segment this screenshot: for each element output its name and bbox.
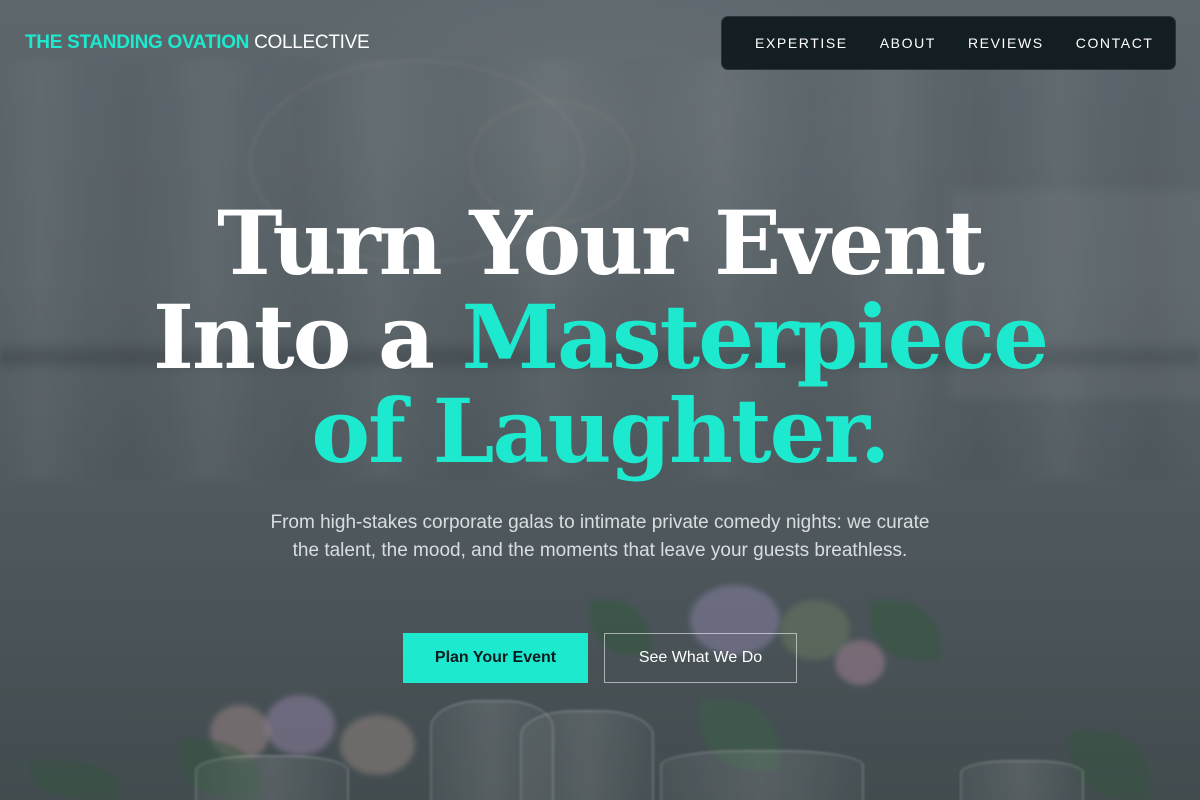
plan-event-button[interactable]: Plan Your Event: [403, 633, 588, 683]
nav-item-reviews[interactable]: REVIEWS: [968, 33, 1044, 53]
nav-item-expertise[interactable]: EXPERTISE: [755, 33, 848, 53]
brand-logo[interactable]: THE STANDING OVATION COLLECTIVE: [25, 31, 370, 55]
brand-name-accent: THE STANDING OVATION: [25, 32, 250, 53]
hero-title-line-1: Turn Your Event: [216, 191, 985, 295]
brand-name-rest: COLLECTIVE: [254, 32, 370, 53]
nav-item-contact[interactable]: CONTACT: [1076, 33, 1154, 53]
main-nav: EXPERTISE ABOUT REVIEWS CONTACT: [721, 16, 1176, 70]
see-what-we-do-button[interactable]: See What We Do: [604, 633, 797, 683]
hero-title-line-3: of Laughter.: [311, 379, 890, 483]
hero-title-line-2-plain: Into a: [152, 285, 435, 389]
hero-section: THE STANDING OVATION COLLECTIVE EXPERTISE…: [0, 0, 1200, 800]
hero-subtitle: From high-stakes corporate galas to inti…: [270, 512, 930, 561]
hero-title: Turn Your Event Into a Masterpiece of La…: [0, 196, 1200, 478]
hero-title-highlight: Masterpiece: [461, 285, 1049, 389]
nav-item-about[interactable]: ABOUT: [880, 33, 936, 53]
